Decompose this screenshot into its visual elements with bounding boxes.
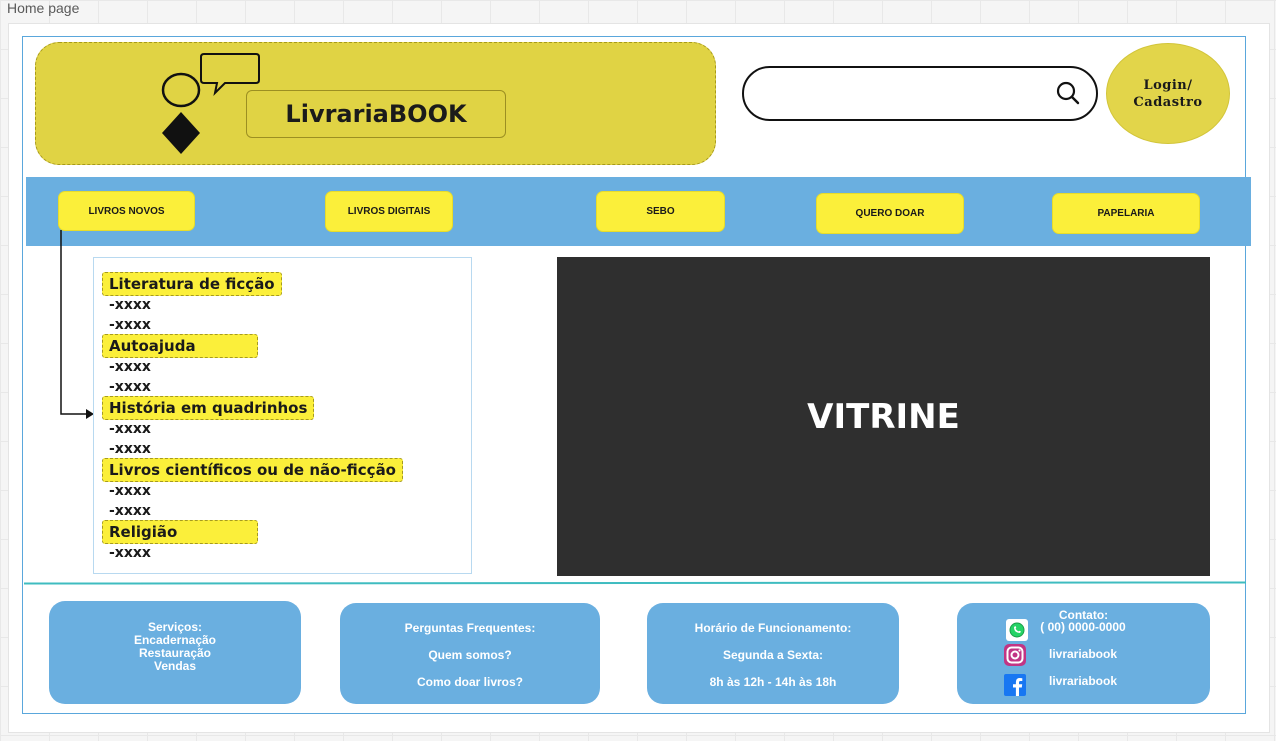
services-item[interactable]: Vendas <box>49 659 301 673</box>
category-autoajuda[interactable]: Autoajuda <box>102 334 258 358</box>
footer-hours-card: Horário de Funcionamento: Segunda a Sext… <box>647 603 899 704</box>
category-literatura-ficcao[interactable]: Literatura de ficção <box>102 272 282 296</box>
login-label: Login/ <box>1143 77 1193 93</box>
services-title: Serviços: <box>147 620 203 634</box>
search-input[interactable] <box>764 78 1048 110</box>
hours-title: Horário de Funcionamento: <box>694 621 852 635</box>
nav-quero-doar[interactable]: QUERO DOAR <box>816 193 964 234</box>
vitrine-label: VITRINE <box>807 396 960 437</box>
category-item[interactable]: -xxxx <box>109 545 151 561</box>
brand-name: LivrariaBOOK <box>246 90 506 138</box>
login-button[interactable]: Login/ Cadastro <box>1106 43 1230 144</box>
frame-label: Home page <box>7 0 80 16</box>
category-item[interactable]: -xxxx <box>109 483 151 499</box>
category-menu: Literatura de ficção -xxxx -xxxx Autoaju… <box>93 257 472 574</box>
footer-contact-card: Contato: ( 00) 0000-0000 livrariabook li… <box>957 603 1210 704</box>
footer-services-card: Serviços: Encadernação Restauração Venda… <box>49 601 301 704</box>
hours-times: 8h às 12h - 14h às 18h <box>709 675 837 689</box>
category-historia-quadrinhos[interactable]: História em quadrinhos <box>102 396 315 420</box>
services-item[interactable]: Restauração <box>49 646 301 660</box>
services-item[interactable]: Encadernação <box>49 633 301 647</box>
category-item[interactable]: -xxxx <box>109 317 151 333</box>
category-item[interactable]: -xxxx <box>109 441 151 457</box>
contact-phone[interactable]: ( 00) 0000-0000 <box>1013 620 1153 634</box>
footer-faq-card: Perguntas Frequentes: Quem somos? Como d… <box>340 603 600 704</box>
category-religiao[interactable]: Religião <box>102 520 258 544</box>
category-item[interactable]: -xxxx <box>109 359 151 375</box>
hours-days: Segunda a Sexta: <box>722 648 824 662</box>
category-item[interactable]: -xxxx <box>109 297 151 313</box>
faq-title: Perguntas Frequentes: <box>404 621 536 635</box>
faq-link[interactable]: Como doar livros? <box>340 675 600 689</box>
category-item[interactable]: -xxxx <box>109 503 151 519</box>
search-bar[interactable] <box>742 66 1098 121</box>
nav-livros-novos[interactable]: LIVROS NOVOS <box>58 191 195 231</box>
search-icon[interactable] <box>1056 81 1080 105</box>
category-item[interactable]: -xxxx <box>109 421 151 437</box>
category-item[interactable]: -xxxx <box>109 379 151 395</box>
category-cientificos[interactable]: Livros científicos ou de não-ficção <box>102 458 403 482</box>
contact-instagram[interactable]: livrariabook <box>1013 647 1153 661</box>
nav-sebo[interactable]: SEBO <box>596 191 725 232</box>
faq-link[interactable]: Quem somos? <box>340 648 600 662</box>
nav-papelaria[interactable]: PAPELARIA <box>1052 193 1200 234</box>
contact-facebook[interactable]: livrariabook <box>1013 674 1153 688</box>
register-label: Cadastro <box>1133 94 1203 110</box>
nav-livros-digitais[interactable]: LIVROS DIGITAIS <box>325 191 453 232</box>
vitrine-showcase[interactable]: VITRINE <box>557 257 1210 576</box>
